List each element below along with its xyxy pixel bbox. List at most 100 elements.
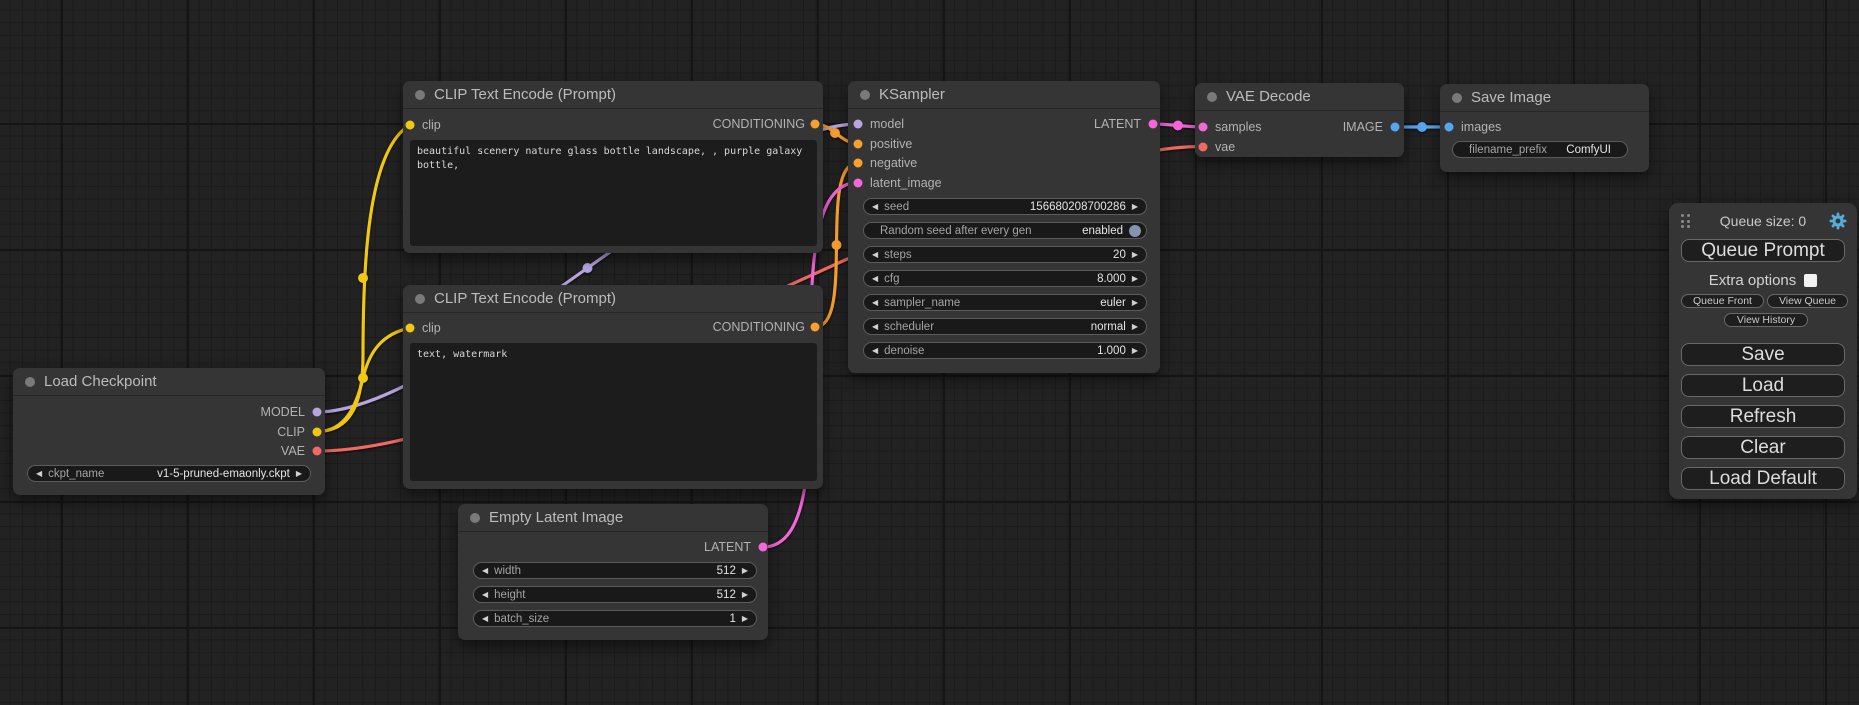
increment-icon[interactable]: ▶ bbox=[742, 591, 748, 599]
widget-random-seed-toggle[interactable]: Random seed after every gen enabled bbox=[863, 222, 1147, 239]
view-history-button[interactable]: View History bbox=[1724, 313, 1808, 327]
prompt-textarea[interactable]: beautiful scenery nature glass bottle la… bbox=[410, 140, 817, 246]
view-queue-button[interactable]: View Queue bbox=[1767, 294, 1848, 308]
node-title: Empty Latent Image bbox=[489, 509, 623, 526]
node-save-image[interactable]: Save Image images filename_prefix ComfyU… bbox=[1440, 84, 1649, 172]
decrement-icon[interactable]: ◀ bbox=[872, 347, 878, 355]
collapse-dot-icon[interactable] bbox=[415, 294, 425, 304]
toggle-icon[interactable] bbox=[1129, 225, 1141, 237]
node-title: Save Image bbox=[1471, 89, 1551, 106]
clear-button[interactable]: Clear bbox=[1681, 436, 1845, 459]
widget-batch-size[interactable]: ◀ batch_size 1 ▶ bbox=[473, 610, 757, 627]
widget-steps[interactable]: ◀ steps 20 ▶ bbox=[863, 246, 1147, 263]
increment-icon[interactable]: ▶ bbox=[1132, 299, 1138, 307]
collapse-dot-icon[interactable] bbox=[1207, 92, 1217, 102]
increment-icon[interactable]: ▶ bbox=[742, 615, 748, 623]
node-vae-decode[interactable]: VAE Decode samples vae IMAGE bbox=[1195, 83, 1404, 157]
input-port-vae[interactable] bbox=[1199, 142, 1208, 151]
graph-canvas[interactable]: Load Checkpoint MODEL CLIP VAE ◀ ckpt_na… bbox=[0, 0, 1859, 705]
widget-scheduler[interactable]: ◀ scheduler normal ▶ bbox=[863, 318, 1147, 335]
widget-label: cfg bbox=[884, 273, 899, 285]
node-header[interactable]: CLIP Text Encode (Prompt) bbox=[403, 81, 823, 109]
widget-cfg[interactable]: ◀ cfg 8.000 ▶ bbox=[863, 270, 1147, 287]
input-port-model[interactable] bbox=[854, 120, 863, 129]
increment-icon[interactable]: ▶ bbox=[1132, 203, 1138, 211]
widget-label: height bbox=[494, 589, 525, 601]
widget-width[interactable]: ◀ width 512 ▶ bbox=[473, 562, 757, 579]
widget-sampler-name[interactable]: ◀ sampler_name euler ▶ bbox=[863, 294, 1147, 311]
collapse-dot-icon[interactable] bbox=[25, 377, 35, 387]
input-label-clip: clip bbox=[422, 321, 441, 335]
node-load-checkpoint[interactable]: Load Checkpoint MODEL CLIP VAE ◀ ckpt_na… bbox=[13, 368, 325, 495]
node-header[interactable]: CLIP Text Encode (Prompt) bbox=[403, 285, 823, 313]
queue-prompt-button[interactable]: Queue Prompt bbox=[1681, 239, 1845, 262]
widget-height[interactable]: ◀ height 512 ▶ bbox=[473, 586, 757, 603]
drag-handle-icon[interactable] bbox=[1681, 214, 1690, 228]
load-button[interactable]: Load bbox=[1681, 374, 1845, 397]
widget-filename-prefix[interactable]: filename_prefix ComfyUI bbox=[1452, 141, 1628, 158]
prompt-textarea[interactable]: text, watermark bbox=[410, 343, 817, 481]
decrement-icon[interactable]: ◀ bbox=[482, 567, 488, 575]
increment-icon[interactable]: ▶ bbox=[742, 567, 748, 575]
node-empty-latent-image[interactable]: Empty Latent Image LATENT ◀ width 512 ▶ … bbox=[458, 504, 768, 640]
save-button[interactable]: Save bbox=[1681, 343, 1845, 366]
collapse-dot-icon[interactable] bbox=[470, 513, 480, 523]
node-header[interactable]: Empty Latent Image bbox=[458, 504, 768, 532]
output-port-vae[interactable] bbox=[313, 447, 322, 456]
node-header[interactable]: Load Checkpoint bbox=[13, 368, 325, 396]
node-clip-text-encode-negative[interactable]: CLIP Text Encode (Prompt) clip CONDITION… bbox=[403, 285, 823, 489]
output-port-model[interactable] bbox=[313, 408, 322, 417]
increment-icon[interactable]: ▶ bbox=[1132, 251, 1138, 259]
widget-value: 20 bbox=[1113, 249, 1126, 261]
input-label-model: model bbox=[870, 117, 904, 131]
node-title: CLIP Text Encode (Prompt) bbox=[434, 86, 616, 103]
refresh-button[interactable]: Refresh bbox=[1681, 405, 1845, 428]
comfy-menu-panel[interactable]: Queue size: 0 Queue Prompt Extra options bbox=[1669, 203, 1857, 499]
output-port-latent[interactable] bbox=[1149, 120, 1158, 129]
node-clip-text-encode-positive[interactable]: CLIP Text Encode (Prompt) clip CONDITION… bbox=[403, 81, 823, 253]
widget-ckpt-name[interactable]: ◀ ckpt_name v1-5-pruned-emaonly.ckpt ▶ bbox=[27, 465, 311, 482]
decrement-icon[interactable]: ◀ bbox=[872, 323, 878, 331]
node-header[interactable]: KSampler bbox=[848, 81, 1160, 109]
decrement-icon[interactable]: ◀ bbox=[482, 591, 488, 599]
extra-options-checkbox[interactable] bbox=[1804, 274, 1817, 287]
widget-denoise[interactable]: ◀ denoise 1.000 ▶ bbox=[863, 342, 1147, 359]
queue-front-button[interactable]: Queue Front bbox=[1681, 294, 1764, 308]
load-default-button[interactable]: Load Default bbox=[1681, 467, 1845, 490]
output-port-latent[interactable] bbox=[759, 543, 768, 552]
decrement-icon[interactable]: ◀ bbox=[36, 470, 42, 478]
collapse-dot-icon[interactable] bbox=[1452, 93, 1462, 103]
increment-icon[interactable]: ▶ bbox=[296, 470, 302, 478]
input-port-negative[interactable] bbox=[854, 159, 863, 168]
widget-seed[interactable]: ◀ seed 156680208700286 ▶ bbox=[863, 198, 1147, 215]
decrement-icon[interactable]: ◀ bbox=[872, 251, 878, 259]
widget-value: ComfyUI bbox=[1566, 144, 1611, 156]
extra-options-label: Extra options bbox=[1709, 272, 1797, 289]
node-header[interactable]: VAE Decode bbox=[1195, 83, 1404, 111]
input-port-samples[interactable] bbox=[1199, 123, 1208, 132]
input-port-clip[interactable] bbox=[406, 121, 415, 130]
input-port-images[interactable] bbox=[1445, 123, 1454, 132]
output-port-image[interactable] bbox=[1391, 123, 1400, 132]
node-ksampler[interactable]: KSampler model positive negative latent_… bbox=[848, 81, 1160, 373]
decrement-icon[interactable]: ◀ bbox=[872, 299, 878, 307]
increment-icon[interactable]: ▶ bbox=[1132, 347, 1138, 355]
output-port-conditioning[interactable] bbox=[811, 323, 820, 332]
settings-gear-icon[interactable] bbox=[1829, 212, 1847, 235]
output-port-conditioning[interactable] bbox=[811, 120, 820, 129]
input-port-clip[interactable] bbox=[406, 324, 415, 333]
output-port-clip[interactable] bbox=[313, 427, 322, 436]
input-port-latent-image[interactable] bbox=[854, 178, 863, 187]
input-port-positive[interactable] bbox=[854, 139, 863, 148]
increment-icon[interactable]: ▶ bbox=[1132, 323, 1138, 331]
widget-label: scheduler bbox=[884, 321, 934, 333]
decrement-icon[interactable]: ◀ bbox=[872, 275, 878, 283]
increment-icon[interactable]: ▶ bbox=[1132, 275, 1138, 283]
collapse-dot-icon[interactable] bbox=[860, 90, 870, 100]
collapse-dot-icon[interactable] bbox=[415, 90, 425, 100]
decrement-icon[interactable]: ◀ bbox=[872, 203, 878, 211]
decrement-icon[interactable]: ◀ bbox=[482, 615, 488, 623]
widget-label: steps bbox=[884, 249, 912, 261]
node-header[interactable]: Save Image bbox=[1440, 84, 1649, 112]
widget-value: 1 bbox=[729, 613, 735, 625]
